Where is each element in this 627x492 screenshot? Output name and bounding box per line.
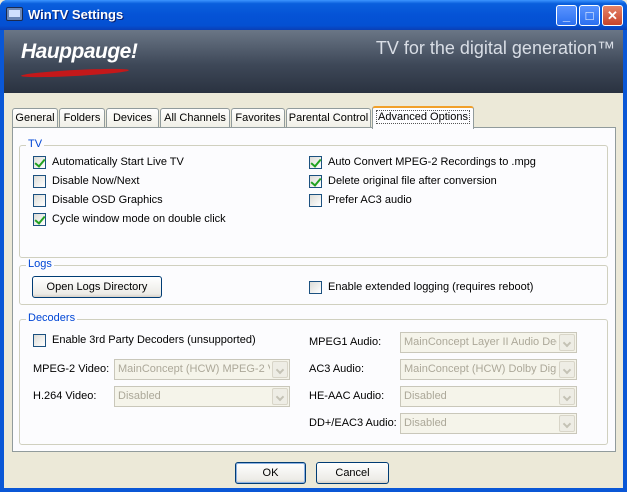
brand-banner: Hauppauge! TV for the digital generation… <box>4 30 623 93</box>
tab-parental-control[interactable]: Parental Control <box>286 108 371 128</box>
mpeg2-video-label: MPEG-2 Video: <box>33 363 110 375</box>
dd-eac3-audio-select[interactable]: Disabled <box>400 413 577 434</box>
window-title: WinTV Settings <box>28 7 124 22</box>
tv-app-icon <box>6 7 23 21</box>
chevron-down-icon[interactable] <box>559 388 575 405</box>
tv-group-label: TV <box>26 138 45 150</box>
tab-advanced-options[interactable]: Advanced Options <box>372 106 474 129</box>
checkbox-box[interactable] <box>33 213 46 226</box>
tab-all-channels[interactable]: All Channels <box>160 108 230 128</box>
tab-devices[interactable]: Devices <box>106 108 159 128</box>
decoders-group-label: Decoders <box>26 312 78 324</box>
logs-group: Logs Open Logs Directory Enable extended… <box>19 258 608 305</box>
checkbox-box[interactable] <box>33 194 46 207</box>
settings-window: WinTV Settings _ □ ✕ Hauppauge! TV for t… <box>0 0 627 492</box>
tab-general[interactable]: General <box>12 108 58 128</box>
decoders-group: Decoders Enable 3rd Party Decoders (unsu… <box>19 312 608 445</box>
maximize-button[interactable]: □ <box>579 5 600 26</box>
close-button[interactable]: ✕ <box>602 5 623 26</box>
chevron-down-icon[interactable] <box>559 415 575 432</box>
chevron-down-icon[interactable] <box>272 361 288 378</box>
checkbox-label: Disable OSD Graphics <box>52 194 163 206</box>
advanced-options-panel: TV Automatically Start Live TV Disable N… <box>12 127 616 452</box>
chevron-down-icon[interactable] <box>559 361 575 378</box>
checkbox-box[interactable] <box>33 156 46 169</box>
h264-video-select[interactable]: Disabled <box>114 386 290 407</box>
select-value: Disabled <box>404 390 447 402</box>
checkbox-label: Cycle window mode on double click <box>52 213 226 225</box>
select-value: MainConcept (HCW) MPEG-2 V <box>118 363 270 375</box>
ac3-audio-select[interactable]: MainConcept (HCW) Dolby Digit <box>400 359 577 380</box>
ac3-audio-label: AC3 Audio: <box>309 363 365 375</box>
mpeg1-audio-label: MPEG1 Audio: <box>309 336 382 348</box>
checkbox-box[interactable] <box>309 175 322 188</box>
select-value: Disabled <box>118 390 161 402</box>
checkbox-label: Enable 3rd Party Decoders (unsupported) <box>52 334 256 346</box>
client-area: Hauppauge! TV for the digital generation… <box>4 30 623 488</box>
logo-swoosh <box>20 67 130 79</box>
checkbox-box[interactable] <box>309 281 322 294</box>
mpeg1-audio-select[interactable]: MainConcept Layer II Audio Dec <box>400 332 577 353</box>
logs-group-label: Logs <box>26 258 54 270</box>
select-value: MainConcept (HCW) Dolby Digit <box>404 363 557 375</box>
title-bar[interactable]: WinTV Settings _ □ ✕ <box>0 0 627 30</box>
hauppauge-logo: Hauppauge! <box>21 40 138 63</box>
checkbox-box[interactable] <box>309 156 322 169</box>
checkbox-label: Delete original file after conversion <box>328 175 497 187</box>
banner-tagline: TV for the digital generation™ <box>375 38 615 58</box>
ok-button[interactable]: OK <box>235 462 306 484</box>
chevron-down-icon[interactable] <box>272 388 288 405</box>
chevron-down-icon[interactable] <box>559 334 575 351</box>
select-value: Disabled <box>404 417 447 429</box>
checkbox-box[interactable] <box>309 194 322 207</box>
cancel-button[interactable]: Cancel <box>316 462 389 484</box>
he-aac-audio-label: HE-AAC Audio: <box>309 390 385 402</box>
checkbox-box[interactable] <box>33 334 46 347</box>
mpeg2-video-select[interactable]: MainConcept (HCW) MPEG-2 V <box>114 359 290 380</box>
select-value: MainConcept Layer II Audio Dec <box>404 336 557 348</box>
tab-advanced-options-label: Advanced Options <box>376 110 470 124</box>
checkbox-label: Disable Now/Next <box>52 175 140 187</box>
h264-video-label: H.264 Video: <box>33 390 97 402</box>
tab-favorites[interactable]: Favorites <box>231 108 285 128</box>
checkbox-label: Enable extended logging (requires reboot… <box>328 281 534 293</box>
open-logs-directory-button[interactable]: Open Logs Directory <box>32 276 162 298</box>
minimize-button[interactable]: _ <box>556 5 577 26</box>
checkbox-box[interactable] <box>33 175 46 188</box>
checkbox-label: Auto Convert MPEG-2 Recordings to .mpg <box>328 156 536 168</box>
tab-folders[interactable]: Folders <box>59 108 105 128</box>
tv-group: TV Automatically Start Live TV Disable N… <box>19 138 608 258</box>
checkbox-label: Prefer AC3 audio <box>328 194 412 206</box>
he-aac-audio-select[interactable]: Disabled <box>400 386 577 407</box>
dd-eac3-audio-label: DD+/EAC3 Audio: <box>309 417 397 429</box>
checkbox-label: Automatically Start Live TV <box>52 156 184 168</box>
